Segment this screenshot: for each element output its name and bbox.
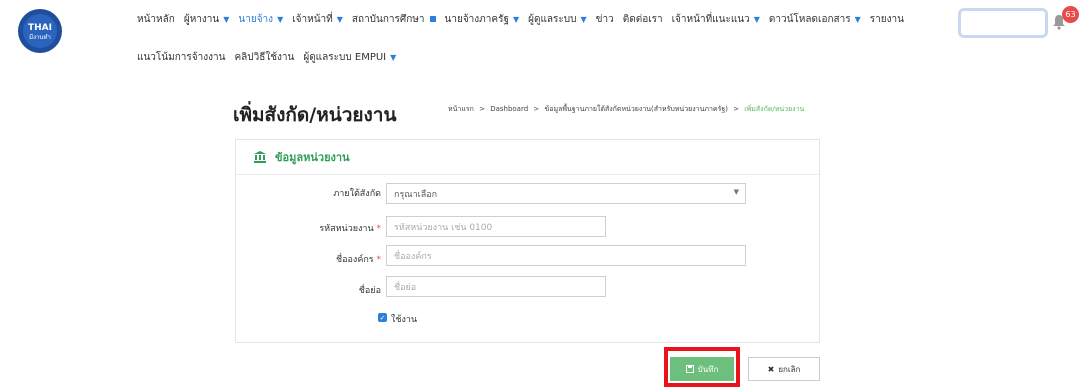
- caret-down-icon: ▼: [336, 14, 343, 24]
- panel-header: ข้อมูลหน่วยงาน: [236, 140, 819, 175]
- breadcrumb-home[interactable]: หน้าแรก: [448, 105, 474, 113]
- nav-item-label: คลิปวิธีใช้งาน: [234, 51, 295, 63]
- org-name-label: ชื่อองค์กร *: [336, 255, 381, 265]
- active-checkbox[interactable]: ✓: [378, 313, 387, 322]
- unit-code-input[interactable]: รหัสหน่วยงาน เช่น 0100: [386, 216, 606, 237]
- close-icon: ✖: [767, 364, 775, 374]
- main-nav: หน้าหลัก ผู้หางาน ▼ นายจ้าง ▼ เจ้าหน้าที่ ▼ สถา…: [137, 9, 937, 67]
- nav-item[interactable]: ข่าว: [596, 12, 614, 27]
- square-icon: [429, 16, 436, 22]
- org-info-panel: ข้อมูลหน่วยงาน: [235, 139, 820, 343]
- nav-item[interactable]: ผู้ดูแลระบบ ▼: [528, 12, 587, 27]
- save-button-label: บันทึก: [697, 364, 719, 374]
- cancel-button-label: ยกเลิก: [778, 364, 801, 374]
- unit-code-placeholder: รหัสหน่วยงาน เช่น 0100: [394, 222, 493, 233]
- cancel-button[interactable]: ✖ ยกเลิก: [748, 357, 820, 381]
- caret-down-icon: ▼: [223, 14, 230, 24]
- short-name-placeholder: ชื่อย่อ: [394, 282, 417, 293]
- nav-item-label: ดาวน์โหลดเอกสาร: [768, 13, 851, 25]
- nav-item-label: แนวโน้มการจ้างงาน: [137, 51, 226, 63]
- nav-item-label: ผู้หางาน: [183, 13, 220, 25]
- nav-item-label: ผู้ดูแลระบบ: [528, 13, 577, 25]
- nav-item[interactable]: แนวโน้มการจ้างงาน: [137, 50, 225, 65]
- nav-item[interactable]: เจ้าหน้าที่แนะแนว ▼: [672, 12, 760, 27]
- org-name-placeholder: ชื่อองค์กร: [394, 251, 432, 262]
- nav-item[interactable]: เจ้าหน้าที่ ▼: [292, 12, 343, 27]
- logo-text-bottom: มีงานทำ: [29, 33, 51, 41]
- nav-item[interactable]: นายจ้าง ▼: [238, 12, 283, 27]
- nav-item-label: ข่าว: [595, 13, 614, 25]
- affiliation-label: ภายใต้สังกัด: [333, 189, 381, 199]
- nav-item-label: เจ้าหน้าที่: [292, 13, 333, 25]
- nav-item-label: ติดต่อเรา: [622, 13, 663, 25]
- nav-item-label: หน้าหลัก: [137, 13, 175, 25]
- breadcrumb: หน้าแรก > Dashboard > ข้อมูลพื้นฐานภายใต…: [448, 104, 804, 115]
- save-button[interactable]: บันทึก: [670, 357, 734, 381]
- affiliation-select[interactable]: กรุณาเลือก ▼: [386, 183, 746, 204]
- nav-item[interactable]: ดาวน์โหลดเอกสาร ▼: [769, 12, 861, 27]
- caret-down-icon: ▼: [390, 52, 397, 62]
- breadcrumb-current: เพิ่มสังกัด/หน่วยงาน: [744, 105, 805, 113]
- logo[interactable]: THAI มีงานทำ: [17, 8, 63, 54]
- breadcrumb-sep: >: [479, 105, 485, 113]
- affiliation-select-value: กรุณาเลือก: [394, 189, 438, 200]
- institution-icon: [254, 151, 266, 163]
- nav-item[interactable]: คลิปวิธีใช้งาน: [234, 50, 294, 65]
- caret-down-icon: ▼: [854, 14, 861, 24]
- nav-item[interactable]: ผู้ดูแลระบบ EMPUI ▼: [303, 50, 396, 65]
- caret-down-icon: ▼: [753, 14, 760, 24]
- active-checkbox-label: ใช้งาน: [391, 315, 418, 325]
- nav-item[interactable]: ติดต่อเรา: [623, 12, 663, 27]
- nav-item[interactable]: นายจ้างภาครัฐ ▼: [445, 12, 520, 27]
- breadcrumb-dashboard[interactable]: Dashboard: [490, 105, 528, 113]
- caret-down-icon: ▼: [277, 14, 284, 24]
- nav-item[interactable]: รายงาน: [870, 12, 904, 27]
- nav-item-label: สถาบันการศึกษา: [351, 13, 425, 25]
- notification-badge: 63: [1062, 6, 1079, 23]
- nav-item[interactable]: หน้าหลัก: [137, 12, 175, 27]
- nav-item[interactable]: ผู้หางาน ▼: [184, 12, 230, 27]
- page-title: เพิ่มสังกัด/หน่วยงาน: [233, 104, 397, 126]
- unit-code-label: รหัสหน่วยงาน *: [319, 224, 381, 234]
- caret-down-icon: ▼: [580, 14, 587, 24]
- short-name-label: ชื่อย่อ: [358, 286, 381, 296]
- nav-item-label: เจ้าหน้าที่แนะแนว: [671, 13, 750, 25]
- floppy-icon: [685, 365, 694, 373]
- nav-row-1: หน้าหลัก ผู้หางาน ▼ นายจ้าง ▼ เจ้าหน้าที่ ▼ สถา…: [137, 9, 937, 29]
- nav-item-label: นายจ้างภาครัฐ: [444, 13, 509, 25]
- short-name-input[interactable]: ชื่อย่อ: [386, 276, 606, 297]
- nav-item-label: ผู้ดูแลระบบ EMPUI: [303, 51, 387, 63]
- nav-row-2: แนวโน้มการจ้างงาน คลิปวิธีใช้งาน ผู้ดูแลระ…: [137, 47, 937, 67]
- panel-title: ข้อมูลหน่วยงาน: [275, 151, 350, 164]
- user-profile-box[interactable]: [958, 8, 1048, 38]
- logo-text-top: THAI: [28, 23, 52, 33]
- nav-item-label: รายงาน: [869, 13, 904, 25]
- breadcrumb-sep: >: [533, 105, 540, 113]
- notifications[interactable]: 63: [1052, 6, 1080, 35]
- caret-down-icon: ▼: [512, 14, 520, 24]
- nav-item[interactable]: สถาบันการศึกษา: [352, 12, 436, 27]
- chevron-down-icon: ▼: [733, 188, 739, 196]
- breadcrumb-parent[interactable]: ข้อมูลพื้นฐานภายใต้สังกัดหน่วยงาน(สำหรับ…: [545, 105, 728, 113]
- nav-item-label: นายจ้าง: [238, 13, 274, 25]
- breadcrumb-sep: >: [733, 105, 740, 113]
- org-name-input[interactable]: ชื่อองค์กร: [386, 245, 746, 266]
